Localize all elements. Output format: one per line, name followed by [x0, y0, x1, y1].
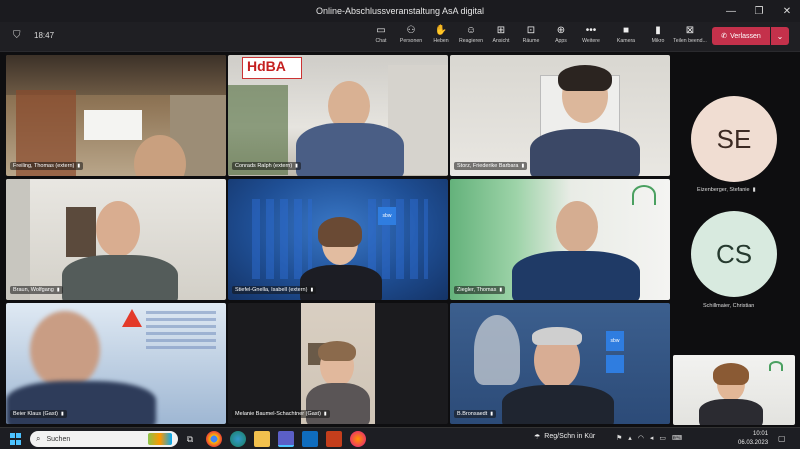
microphone-icon: ▮ [499, 287, 503, 293]
meeting-timer: 18:47 [34, 31, 55, 40]
camera-button[interactable]: ■ Kamera [610, 24, 642, 44]
device-controls: ■ Kamera ▮ Mikro ⊠ Teilen beend... [610, 24, 707, 44]
leave-label: Verlassen [730, 32, 761, 40]
raise-hand-icon: ✋ [434, 25, 448, 36]
file-explorer-icon[interactable] [254, 431, 270, 447]
microphone-button[interactable]: ▮ Mikro [642, 24, 674, 44]
microphone-icon: ▮ [295, 163, 298, 169]
participant-name: Ziegler, Thomas ▮ [454, 286, 506, 294]
window-title: Online-Abschlussveranstaltung AsA digita… [315, 6, 485, 16]
people-icon: ⚇ [406, 25, 416, 36]
close-icon[interactable]: ✕ [780, 6, 794, 17]
camera-icon: ■ [622, 25, 630, 36]
weather-icon: ☂ [534, 434, 541, 441]
microphone-icon: ▮ [655, 25, 661, 36]
microphone-icon: ▮ [752, 187, 756, 193]
video-tile[interactable]: Braun, Wolfgang ▮ [6, 179, 226, 300]
taskbar-search[interactable]: ⌕ Suchen [30, 431, 178, 447]
weather-widget[interactable]: ☂ Reg/Schn in Kür [534, 433, 595, 441]
taskbar-apps: ⧉ [182, 431, 366, 447]
video-tile[interactable]: HdBA Conrads Ralph (extern) ▮ [228, 55, 448, 176]
self-view[interactable] [673, 355, 795, 425]
leave-button[interactable]: ✆ Verlassen [712, 27, 770, 45]
microphone-icon: ▮ [490, 411, 494, 417]
participant-name: Storz, Friederike Barbara ▮ [454, 162, 528, 170]
tray-icon[interactable]: ▴ [628, 434, 632, 442]
meeting-toolbar: ⛉ 18:47 ▭ Chat ⚇ Personen ✋ Heben ☺ Reag… [0, 22, 800, 52]
minimize-icon[interactable]: — [724, 6, 738, 17]
share-screen-icon: ⊠ [685, 25, 695, 36]
leave-options-button[interactable]: ⌄ [771, 27, 789, 45]
task-view-icon[interactable]: ⧉ [182, 431, 198, 447]
participant-name: Melanie Baumel-Schachtner (Gast) ▮ [232, 410, 330, 418]
windows-taskbar: ⌕ Suchen ⧉ ☂ Reg/Schn in Kür ⚑ ▴ ◠ ◂ ▭ ⌨… [0, 427, 800, 449]
stop-sharing-button[interactable]: ⊠ Teilen beend... [673, 24, 707, 44]
people-button[interactable]: ⚇ Personen [396, 24, 426, 44]
chevron-down-icon: ⌄ [776, 31, 784, 41]
participant-name: Eizenberger, Stefanie ▮ [697, 187, 756, 193]
apps-button[interactable]: ⊕ Apps [546, 24, 576, 44]
battery-icon[interactable]: ▭ [659, 434, 666, 442]
video-tile[interactable]: Melanie Baumel-Schachtner (Gast) ▮ [228, 303, 448, 424]
search-highlight-image [148, 433, 172, 445]
microphone-icon: ▮ [323, 411, 327, 417]
shield-icon[interactable]: ⛉ [13, 30, 21, 41]
chat-button[interactable]: ▭ Chat [366, 24, 396, 44]
view-button[interactable]: ⊞ Ansicht [486, 24, 516, 44]
rooms-button[interactable]: ⊡ Räume [516, 24, 546, 44]
keyboard-icon[interactable]: ⌨ [672, 434, 682, 442]
video-tile[interactable]: sbw B.Bronsaedt ▮ [450, 303, 670, 424]
teams-icon[interactable] [278, 431, 294, 447]
microphone-icon: ▮ [60, 411, 64, 417]
notification-icon[interactable]: ▢ [778, 434, 786, 443]
react-icon: ☺ [465, 25, 477, 36]
microphone-icon: ▮ [56, 287, 60, 293]
microphone-icon: ▮ [77, 163, 81, 169]
participant-name: Conrads Ralph (extern) ▮ [232, 162, 301, 170]
participant-name: Freiling, Thomas (extern) ▮ [10, 162, 84, 170]
avatar[interactable]: SE [691, 96, 777, 182]
system-clock[interactable]: 10:01 06.03.2023 [738, 430, 768, 448]
participant-name: Stiefel-Gnella, Isabell (extern) ▮ [232, 286, 317, 294]
microphone-icon: ▮ [310, 287, 314, 293]
participant-name: Braun, Wolfgang ▮ [10, 286, 63, 294]
powerpoint-icon[interactable] [326, 431, 342, 447]
raise-hand-button[interactable]: ✋ Heben [426, 24, 456, 44]
search-icon: ⌕ [36, 434, 41, 443]
title-bar: Online-Abschlussveranstaltung AsA digita… [0, 0, 800, 22]
participant-name: Schillmaier, Christian [703, 303, 755, 309]
chrome-icon[interactable] [206, 431, 222, 447]
microphone-icon: ▮ [521, 163, 525, 169]
start-button[interactable] [10, 433, 22, 445]
hdba-logo: HdBA [247, 58, 286, 74]
react-button[interactable]: ☺ Reagieren [456, 24, 486, 44]
participant-name: B.Bronsaedt ▮ [454, 410, 497, 418]
outlook-icon[interactable] [302, 431, 318, 447]
tray-icon[interactable]: ⚑ [616, 434, 622, 442]
maximize-icon[interactable]: ❐ [752, 6, 766, 17]
video-tile[interactable]: Storz, Friederike Barbara ▮ [450, 55, 670, 176]
edge-icon[interactable] [230, 431, 246, 447]
chat-icon: ▭ [376, 25, 386, 36]
view-icon: ⊞ [496, 25, 506, 36]
avatar[interactable]: CS [691, 211, 777, 297]
video-tile[interactable]: Freiling, Thomas (extern) ▮ [6, 55, 226, 176]
system-tray: ⚑ ▴ ◠ ◂ ▭ ⌨ [616, 434, 682, 442]
window-controls: — ❐ ✕ [724, 0, 794, 22]
participant-name: Beier Klaus (Gast) ▮ [10, 410, 67, 418]
phone-icon: ✆ [721, 33, 728, 40]
video-tile[interactable]: Ziegler, Thomas ▮ [450, 179, 670, 300]
wifi-icon[interactable]: ◠ [638, 434, 644, 442]
video-tile[interactable]: Beier Klaus (Gast) ▮ [6, 303, 226, 424]
rooms-icon: ⊡ [526, 25, 536, 36]
volume-icon[interactable]: ◂ [650, 434, 654, 442]
more-button[interactable]: ••• Weitere [576, 24, 606, 44]
more-icon: ••• [585, 25, 597, 36]
apps-icon: ⊕ [556, 25, 566, 36]
meeting-actions: ▭ Chat ⚇ Personen ✋ Heben ☺ Reagieren ⊞ … [366, 24, 606, 44]
video-tile[interactable]: sbw Stiefel-Gnella, Isabell (extern) ▮ [228, 179, 448, 300]
firefox-icon[interactable] [350, 431, 366, 447]
